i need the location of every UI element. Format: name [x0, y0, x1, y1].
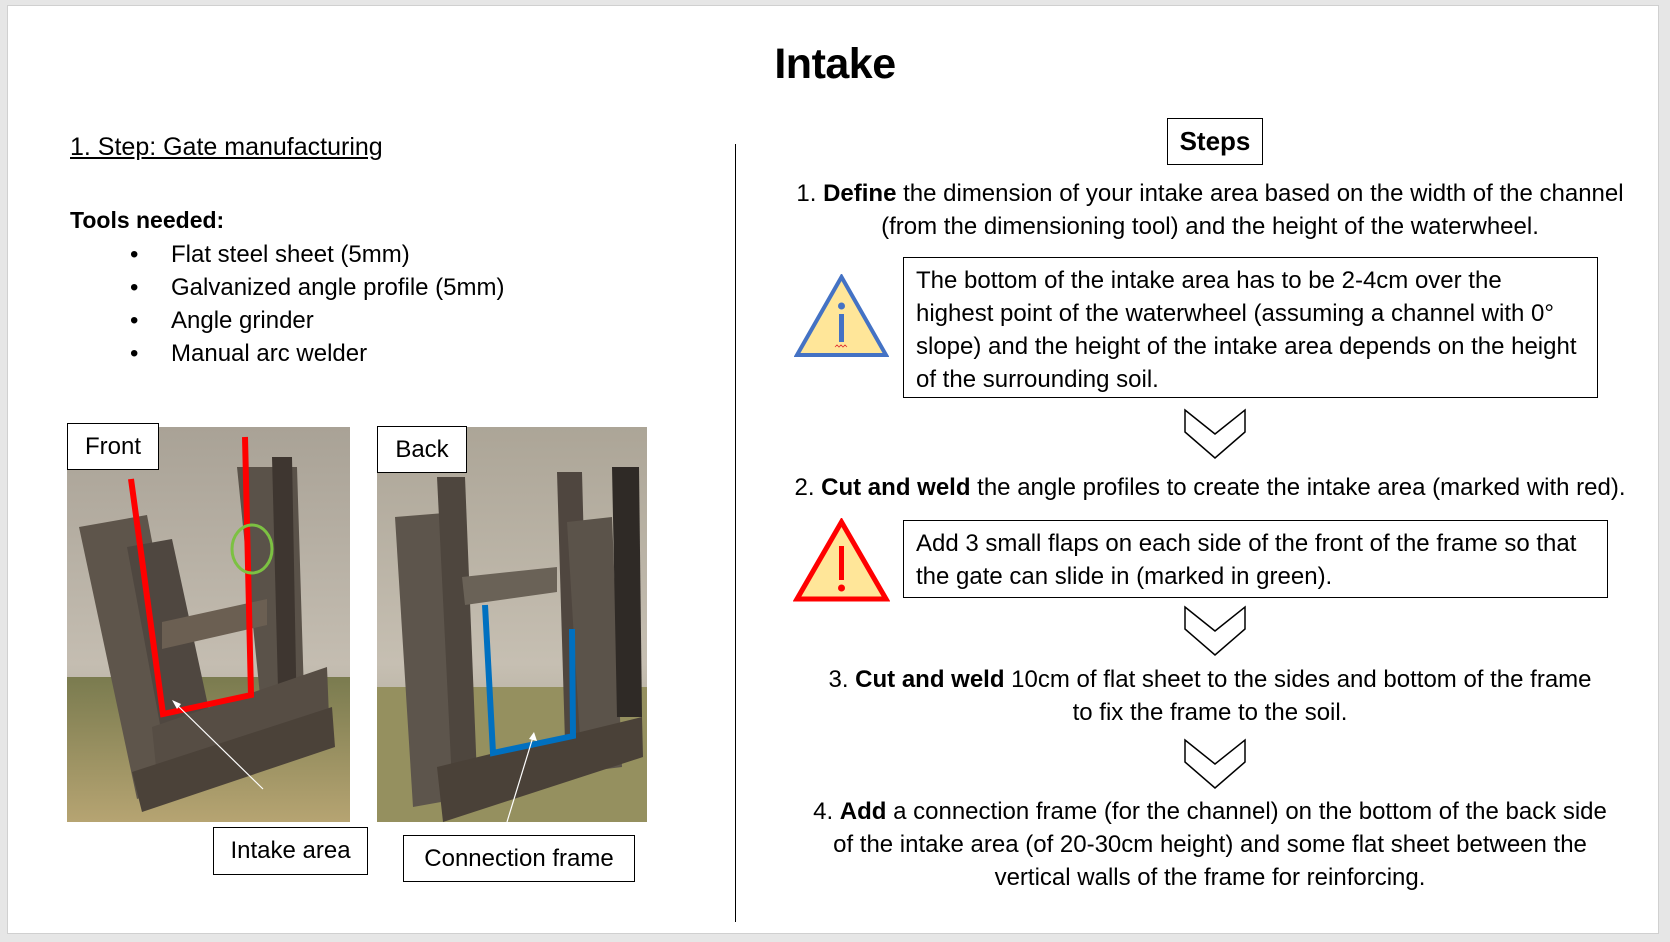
chevron-down-icon — [1183, 408, 1247, 465]
back-photo — [377, 427, 647, 822]
front-label: Front — [67, 423, 159, 470]
step-text: 10cm of flat sheet to the sides and bott… — [1004, 666, 1592, 693]
chevron-down-icon — [1183, 738, 1247, 795]
tool-item: Manual arc welder — [130, 337, 504, 370]
step-4: 4. Add a connection frame (for the chann… — [750, 795, 1670, 894]
column-divider — [735, 144, 736, 922]
tools-title: Tools needed: — [70, 207, 225, 233]
step-text: vertical walls of the frame for reinforc… — [994, 864, 1426, 891]
step-text: to fix the frame to the soil. — [1072, 699, 1348, 726]
step-text: the dimension of your intake area based … — [896, 180, 1624, 207]
step-text: (from the dimensioning tool) and the hei… — [881, 213, 1539, 240]
tool-item: Angle grinder — [130, 304, 504, 337]
step-number: 2. — [794, 474, 815, 501]
warning-note: Add 3 small flaps on each side of the fr… — [903, 520, 1608, 598]
step-text: a connection frame (for the channel) on … — [886, 798, 1607, 825]
info-icon — [793, 272, 890, 358]
step-text: the angle profiles to create the intake … — [970, 474, 1626, 501]
warning-icon — [792, 517, 891, 603]
step-number: 3. — [828, 666, 849, 693]
step-number: 4. — [813, 798, 834, 825]
tool-item: Flat steel sheet (5mm) — [130, 238, 504, 271]
slide-title: Intake — [774, 40, 896, 88]
step-3: 3. Cut and weld 10cm of flat sheet to th… — [750, 663, 1670, 729]
step-text: of the intake area (of 20-30cm height) a… — [833, 831, 1587, 858]
back-label: Back — [377, 426, 467, 473]
step-action: Add — [839, 798, 887, 825]
intake-area-label: Intake area — [213, 827, 368, 875]
step-action: Define — [823, 180, 897, 207]
step-action: Cut and weld — [821, 474, 971, 501]
chevron-down-icon — [1183, 605, 1247, 662]
step-1: 1. Define the dimension of your intake a… — [750, 177, 1670, 243]
connection-frame-label: Connection frame — [403, 835, 635, 882]
step-heading: 1. Step: Gate manufacturing — [70, 133, 383, 161]
step-number: 1. — [796, 180, 817, 207]
info-note: The bottom of the intake area has to be … — [903, 257, 1598, 398]
step-action: Cut and weld — [855, 666, 1005, 693]
tool-item: Galvanized angle profile (5mm) — [130, 271, 504, 304]
front-photo — [67, 427, 350, 822]
steps-heading: Steps — [1167, 118, 1263, 165]
tools-list: Flat steel sheet (5mm) Galvanized angle … — [130, 238, 504, 370]
step-2: 2. Cut and weld the angle profiles to cr… — [750, 471, 1670, 504]
